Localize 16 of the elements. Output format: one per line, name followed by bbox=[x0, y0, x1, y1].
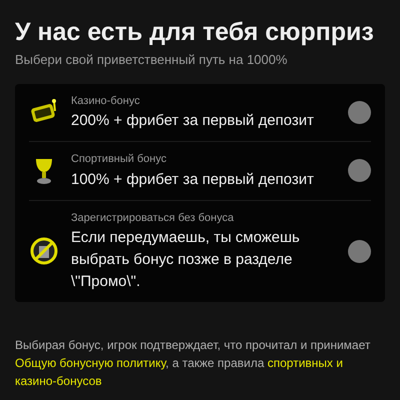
option-description: 200% + фрибет за первый депозит bbox=[71, 111, 315, 131]
option-label: Зарегистрироваться без бонуса bbox=[71, 210, 235, 226]
terms-link[interactable]: спортивных и bbox=[267, 356, 343, 370]
terms-link[interactable]: Общую бонусную политику bbox=[15, 356, 166, 370]
radio-button[interactable] bbox=[348, 100, 371, 124]
option-label: Спортивный бонус bbox=[71, 152, 168, 167]
radio-button[interactable] bbox=[348, 159, 371, 182]
terms-link[interactable]: казино-бонусов bbox=[15, 374, 102, 388]
no-bonus-icon bbox=[30, 237, 58, 266]
option-description: Если передумаешь, ты сможешь выбрать бонус позже в разделе \"Промо\". bbox=[71, 228, 301, 292]
terms-text: Выбирая бонус, игрок подтверждает, что прочитал и принимает Общую бонусную политику, а также правила спортивных и казино-бонусов bbox=[15, 337, 372, 390]
heading: У нас есть для тебя сюрприз bbox=[15, 17, 375, 48]
radio-button[interactable] bbox=[348, 240, 371, 263]
option-label: Казино-бонус bbox=[71, 94, 141, 108]
option-description: 100% + фрибет за первый депозит bbox=[71, 170, 315, 190]
subtitle: Выбери свой приветственный путь на 1000% bbox=[15, 51, 288, 69]
